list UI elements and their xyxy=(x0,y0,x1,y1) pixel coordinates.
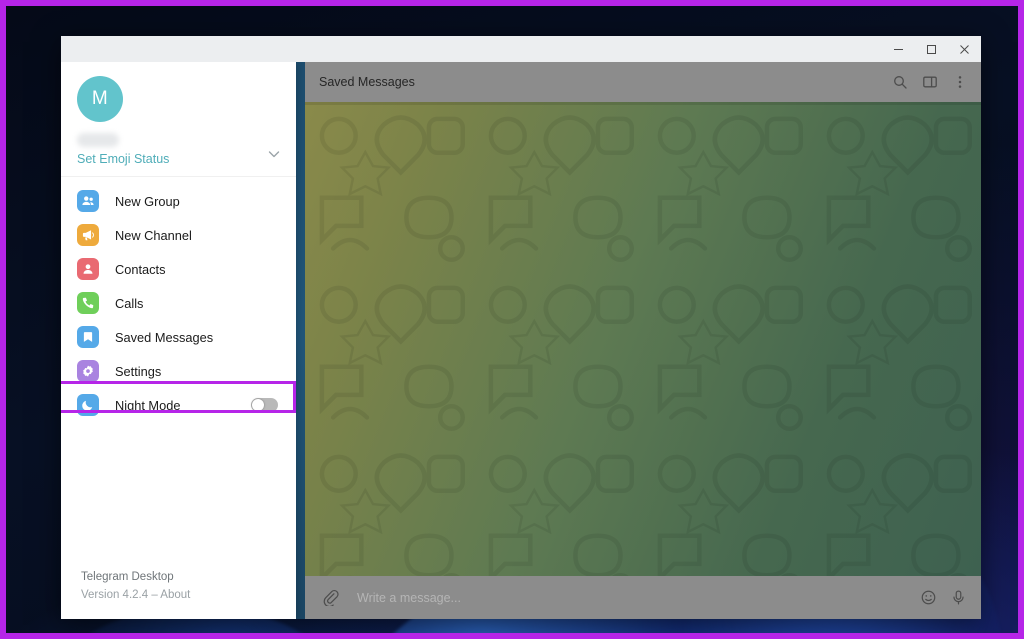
window-titlebar xyxy=(61,36,981,62)
calls-icon xyxy=(77,292,99,314)
new-group-icon xyxy=(77,190,99,212)
menu-item-saved-messages[interactable]: Saved Messages xyxy=(61,320,296,354)
app-version-block: Telegram Desktop Version 4.2.4 – About xyxy=(61,569,296,619)
menu-item-new-channel[interactable]: New Channel xyxy=(61,218,296,252)
search-icon[interactable] xyxy=(885,67,915,97)
avatar[interactable]: M xyxy=(77,76,123,122)
menu-item-night-mode[interactable]: Night Mode xyxy=(61,388,296,422)
menu-item-label: Calls xyxy=(115,295,144,311)
close-button[interactable] xyxy=(948,36,981,62)
menu-item-calls[interactable]: Calls xyxy=(61,286,296,320)
menu-item-contacts[interactable]: Contacts xyxy=(61,252,296,286)
screenshot-root: M Set Emoji Status New Group New Channel… xyxy=(0,0,1024,639)
night-mode-toggle[interactable] xyxy=(251,398,278,412)
more-vertical-icon[interactable] xyxy=(945,67,975,97)
app-version-label[interactable]: Version 4.2.4 – About xyxy=(81,587,280,605)
message-input[interactable]: Write a message... xyxy=(345,591,913,605)
emoji-smiley-icon[interactable] xyxy=(913,583,943,613)
menu-item-label: New Group xyxy=(115,193,180,209)
chat-list-sliver[interactable] xyxy=(296,62,305,619)
panel-toggle-icon[interactable] xyxy=(915,67,945,97)
menu-spacer xyxy=(61,422,296,569)
night-mode-icon xyxy=(77,394,99,416)
chat-area: Saved Messages Write a message... xyxy=(305,62,981,619)
chat-title: Saved Messages xyxy=(319,75,415,89)
menu-item-settings[interactable]: Settings xyxy=(61,354,296,388)
chat-header: Saved Messages xyxy=(305,62,981,102)
menu-item-label: Settings xyxy=(115,363,162,379)
microphone-icon[interactable] xyxy=(943,583,973,613)
saved-messages-icon xyxy=(77,326,99,348)
telegram-desktop-window: M Set Emoji Status New Group New Channel… xyxy=(61,36,981,619)
maximize-button[interactable] xyxy=(915,36,948,62)
minimize-button[interactable] xyxy=(882,36,915,62)
contacts-icon xyxy=(77,258,99,280)
display-name-blurred xyxy=(77,133,119,147)
message-canvas xyxy=(305,102,981,576)
chat-wallpaper-doodle-pattern xyxy=(305,102,981,576)
chevron-down-icon[interactable] xyxy=(266,146,282,162)
settings-gear-icon xyxy=(77,360,99,382)
menu-item-new-group[interactable]: New Group xyxy=(61,184,296,218)
profile-header[interactable]: M Set Emoji Status xyxy=(61,62,296,177)
main-menu-panel: M Set Emoji Status New Group New Channel… xyxy=(61,62,296,619)
menu-item-label: New Channel xyxy=(115,227,192,243)
paperclip-icon[interactable] xyxy=(315,583,345,613)
menu-item-label: Night Mode xyxy=(115,397,181,413)
new-channel-icon xyxy=(77,224,99,246)
window-body: M Set Emoji Status New Group New Channel… xyxy=(61,62,981,619)
menu-item-label: Contacts xyxy=(115,261,166,277)
menu-item-label: Saved Messages xyxy=(115,329,214,345)
set-emoji-status-link[interactable]: Set Emoji Status xyxy=(77,152,280,166)
app-name-label: Telegram Desktop xyxy=(81,571,174,584)
menu-items-list: New Group New Channel Contacts Calls Sav… xyxy=(61,177,296,422)
message-composer: Write a message... xyxy=(305,576,981,619)
